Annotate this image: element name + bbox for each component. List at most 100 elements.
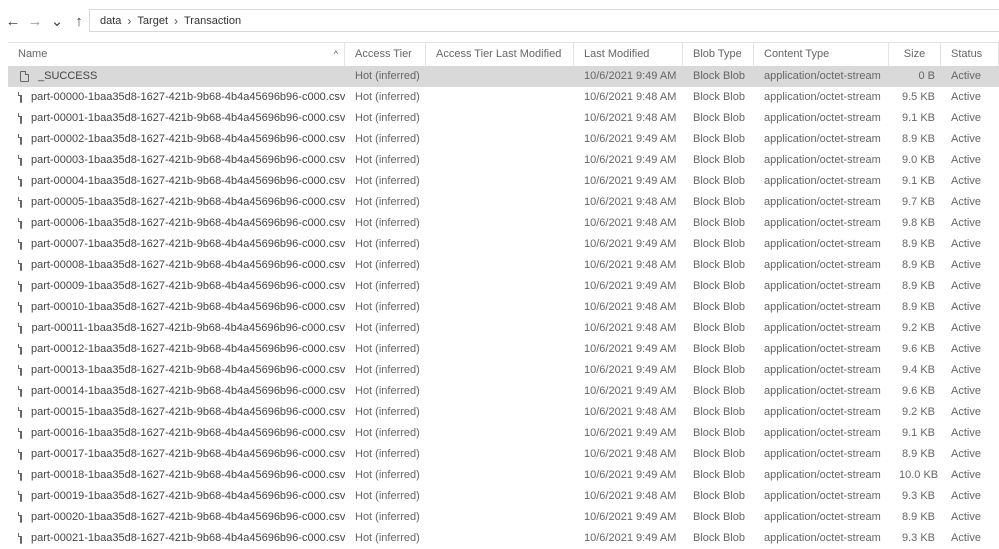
- table-row[interactable]: part-00004-1baa35d8-1627-421b-9b68-4b4a4…: [8, 171, 999, 192]
- column-header-blob-type[interactable]: Blob Type: [683, 43, 754, 67]
- access-tier-cell: Hot (inferred): [355, 343, 420, 355]
- table-row[interactable]: part-00005-1baa35d8-1627-421b-9b68-4b4a4…: [8, 192, 999, 213]
- file-name: part-00004-1baa35d8-1627-421b-9b68-4b4a4…: [31, 175, 345, 187]
- column-header-name[interactable]: Name ^: [8, 43, 345, 67]
- file-icon: [18, 428, 22, 439]
- blob-type-cell: Block Blob: [693, 133, 745, 145]
- file-name: part-00005-1baa35d8-1627-421b-9b68-4b4a4…: [31, 196, 345, 208]
- access-tier-last-modified-cell: [426, 528, 574, 549]
- address-bar[interactable]: data › Target › Transaction: [89, 9, 999, 32]
- status-cell: Active: [951, 217, 981, 229]
- status-cell: Active: [951, 385, 981, 397]
- table-row[interactable]: part-00015-1baa35d8-1627-421b-9b68-4b4a4…: [8, 402, 999, 423]
- table-row[interactable]: part-00001-1baa35d8-1627-421b-9b68-4b4a4…: [8, 108, 999, 129]
- file-icon: [18, 407, 22, 418]
- blob-type-cell: Block Blob: [693, 238, 745, 250]
- status-cell: Active: [951, 322, 981, 334]
- column-header-last-modified[interactable]: Last Modified: [574, 43, 683, 67]
- table-row[interactable]: part-00013-1baa35d8-1627-421b-9b68-4b4a4…: [8, 360, 999, 381]
- access-tier-last-modified-cell: [426, 486, 574, 507]
- last-modified-cell: 10/6/2021 9:48 AM: [584, 196, 677, 208]
- up-arrow-icon[interactable]: ↑: [70, 13, 88, 30]
- forward-arrow-icon[interactable]: →: [26, 13, 44, 30]
- size-cell: 9.8 KB: [901, 217, 935, 229]
- table-row[interactable]: part-00002-1baa35d8-1627-421b-9b68-4b4a4…: [8, 129, 999, 150]
- blob-type-cell: Block Blob: [693, 448, 745, 460]
- access-tier-cell: Hot (inferred): [355, 91, 420, 103]
- size-cell: 9.4 KB: [901, 364, 935, 376]
- access-tier-cell: Hot (inferred): [355, 154, 420, 166]
- table-row[interactable]: part-00010-1baa35d8-1627-421b-9b68-4b4a4…: [8, 297, 999, 318]
- content-type-cell: application/octet-stream: [764, 175, 881, 187]
- size-cell: 9.6 KB: [901, 343, 935, 355]
- column-header-access-tier[interactable]: Access Tier: [345, 43, 426, 67]
- content-type-cell: application/octet-stream: [764, 364, 881, 376]
- table-row[interactable]: part-00003-1baa35d8-1627-421b-9b68-4b4a4…: [8, 150, 999, 171]
- blob-type-cell: Block Blob: [693, 385, 745, 397]
- table-row[interactable]: part-00016-1baa35d8-1627-421b-9b68-4b4a4…: [8, 423, 999, 444]
- table-row[interactable]: part-00017-1baa35d8-1627-421b-9b68-4b4a4…: [8, 444, 999, 465]
- table-row[interactable]: part-00000-1baa35d8-1627-421b-9b68-4b4a4…: [8, 87, 999, 108]
- table-row[interactable]: part-00007-1baa35d8-1627-421b-9b68-4b4a4…: [8, 234, 999, 255]
- access-tier-last-modified-cell: [426, 360, 574, 381]
- column-header-size[interactable]: Size: [889, 43, 941, 67]
- name-cell: part-00001-1baa35d8-1627-421b-9b68-4b4a4…: [8, 108, 345, 129]
- table-row[interactable]: part-00018-1baa35d8-1627-421b-9b68-4b4a4…: [8, 465, 999, 486]
- table-row[interactable]: part-00012-1baa35d8-1627-421b-9b68-4b4a4…: [8, 339, 999, 360]
- file-icon: [18, 260, 22, 271]
- size-cell: 8.9 KB: [901, 259, 935, 271]
- name-cell: part-00003-1baa35d8-1627-421b-9b68-4b4a4…: [8, 150, 345, 171]
- blob-type-cell: Block Blob: [693, 490, 745, 502]
- column-header-content-type[interactable]: Content Type: [754, 43, 889, 67]
- access-tier-last-modified-cell: [426, 423, 574, 444]
- access-tier-last-modified-cell: [426, 66, 574, 87]
- content-type-cell: application/octet-stream: [764, 154, 881, 166]
- content-type-cell: application/octet-stream: [764, 343, 881, 355]
- status-cell: Active: [951, 154, 981, 166]
- column-header-status[interactable]: Status: [941, 43, 999, 67]
- blob-list: _SUCCESS Hot (inferred) 10/6/2021 9:49 AM B…: [8, 66, 999, 549]
- breadcrumb-item[interactable]: data: [100, 15, 121, 27]
- size-cell: 8.9 KB: [901, 238, 935, 250]
- chevron-right-icon: ›: [127, 13, 132, 28]
- size-cell: 8.9 KB: [901, 301, 935, 313]
- table-row[interactable]: part-00006-1baa35d8-1627-421b-9b68-4b4a4…: [8, 213, 999, 234]
- file-name: part-00017-1baa35d8-1627-421b-9b68-4b4a4…: [31, 448, 345, 460]
- blob-type-cell: Block Blob: [693, 427, 745, 439]
- access-tier-last-modified-cell: [426, 213, 574, 234]
- table-row[interactable]: part-00009-1baa35d8-1627-421b-9b68-4b4a4…: [8, 276, 999, 297]
- table-row[interactable]: part-00008-1baa35d8-1627-421b-9b68-4b4a4…: [8, 255, 999, 276]
- last-modified-cell: 10/6/2021 9:48 AM: [584, 322, 677, 334]
- name-cell: part-00013-1baa35d8-1627-421b-9b68-4b4a4…: [8, 360, 345, 381]
- table-row[interactable]: part-00019-1baa35d8-1627-421b-9b68-4b4a4…: [8, 486, 999, 507]
- access-tier-last-modified-cell: [426, 465, 574, 486]
- table-row[interactable]: part-00011-1baa35d8-1627-421b-9b68-4b4a4…: [8, 318, 999, 339]
- content-type-cell: application/octet-stream: [764, 133, 881, 145]
- breadcrumb-item[interactable]: Transaction: [184, 15, 241, 27]
- table-row[interactable]: part-00021-1baa35d8-1627-421b-9b68-4b4a4…: [8, 528, 999, 549]
- breadcrumb-item[interactable]: Target: [137, 15, 168, 27]
- access-tier-last-modified-cell: [426, 507, 574, 528]
- column-header-row: Name ^ Access Tier Access Tier Last Modif…: [8, 42, 999, 68]
- back-arrow-icon[interactable]: ←: [4, 13, 22, 30]
- access-tier-cell: Hot (inferred): [355, 196, 420, 208]
- access-tier-last-modified-cell: [426, 150, 574, 171]
- recent-locations-chevron-icon[interactable]: ⌄: [48, 12, 66, 30]
- file-name: part-00020-1baa35d8-1627-421b-9b68-4b4a4…: [31, 511, 345, 523]
- table-row[interactable]: part-00020-1baa35d8-1627-421b-9b68-4b4a4…: [8, 507, 999, 528]
- status-cell: Active: [951, 133, 981, 145]
- table-row[interactable]: _SUCCESS Hot (inferred) 10/6/2021 9:49 AM B…: [8, 66, 999, 87]
- content-type-cell: application/octet-stream: [764, 511, 881, 523]
- file-name: part-00019-1baa35d8-1627-421b-9b68-4b4a4…: [31, 490, 345, 502]
- column-header-access-tier-last-modified[interactable]: Access Tier Last Modified: [426, 43, 574, 67]
- file-name: part-00014-1baa35d8-1627-421b-9b68-4b4a4…: [31, 385, 345, 397]
- content-type-cell: application/octet-stream: [764, 70, 881, 82]
- file-icon: [18, 533, 22, 544]
- table-row[interactable]: part-00014-1baa35d8-1627-421b-9b68-4b4a4…: [8, 381, 999, 402]
- name-cell: part-00012-1baa35d8-1627-421b-9b68-4b4a4…: [8, 339, 345, 360]
- name-cell: part-00006-1baa35d8-1627-421b-9b68-4b4a4…: [8, 213, 345, 234]
- size-cell: 9.2 KB: [901, 322, 935, 334]
- file-icon: [18, 512, 22, 523]
- size-cell: 9.5 KB: [901, 91, 935, 103]
- access-tier-cell: Hot (inferred): [355, 406, 420, 418]
